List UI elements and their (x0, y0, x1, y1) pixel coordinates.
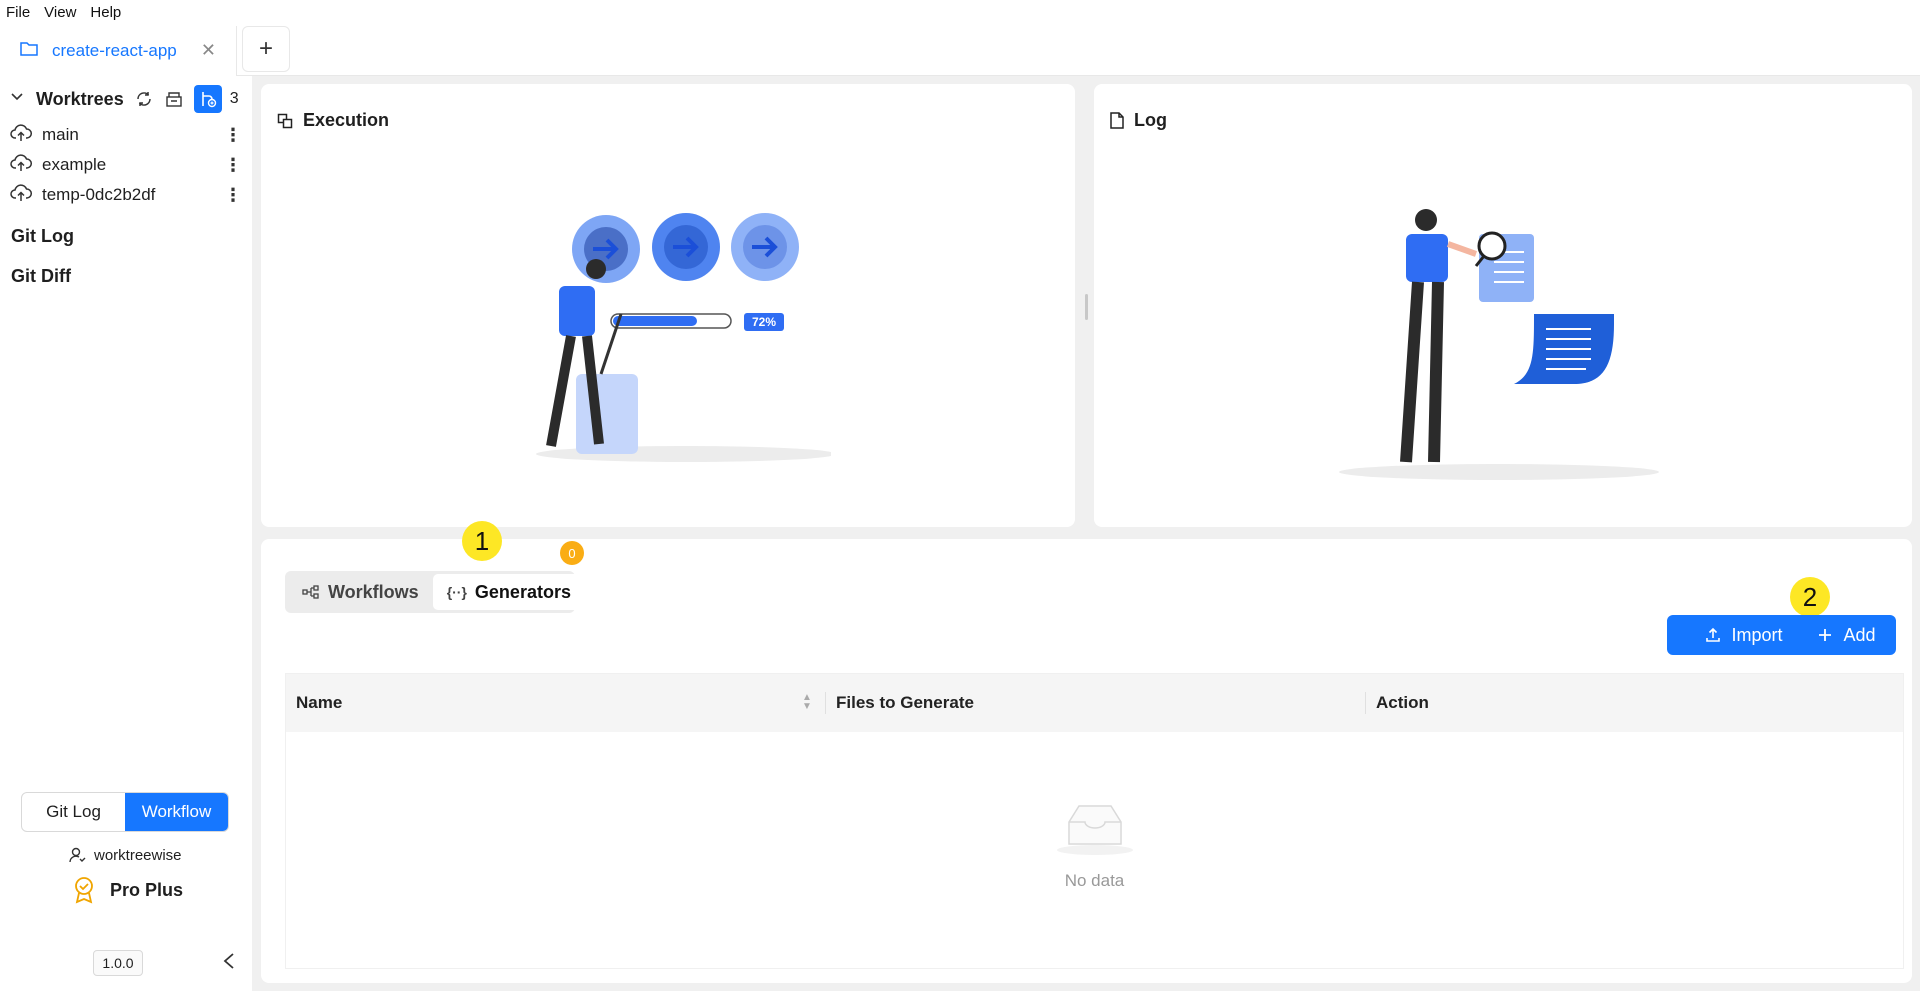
award-icon (72, 876, 96, 904)
new-tab-button[interactable]: + (242, 26, 290, 72)
column-name[interactable]: Name (296, 693, 342, 713)
log-header: Log (1110, 110, 1167, 131)
tab-generators[interactable]: {··} Generators (432, 574, 585, 610)
cloud-upload-icon (10, 183, 32, 208)
execution-title: Execution (303, 110, 390, 130)
folder-icon (20, 41, 38, 62)
username: worktreewise (94, 846, 182, 864)
panel-resize-handle[interactable] (1085, 294, 1088, 320)
cloud-upload-icon (10, 153, 32, 178)
cloud-upload-icon (10, 123, 32, 148)
more-vertical-icon[interactable]: ⋮ (224, 125, 242, 146)
upload-icon (1705, 627, 1721, 643)
gear-icon (652, 213, 720, 281)
user-info: worktreewise (68, 846, 182, 864)
menu-bar: File View Help (0, 0, 1920, 24)
tab-create-react-app[interactable]: create-react-app ✕ (0, 26, 237, 76)
workflow-icon (302, 585, 320, 599)
mode-git-log[interactable]: Git Log (22, 793, 125, 831)
worktree-name: example (42, 155, 107, 174)
collapse-sidebar-icon[interactable] (222, 950, 236, 976)
column-action: Action (1376, 693, 1429, 712)
tab-bar: create-react-app ✕ + (0, 24, 1920, 76)
generators-panel: Workflows {··} Generators 0 1 2 Import A… (261, 521, 1912, 983)
close-icon[interactable]: ✕ (201, 40, 216, 61)
worktree-count: 3 (229, 90, 239, 107)
add-button[interactable]: Add (1797, 615, 1896, 655)
more-vertical-icon[interactable]: ⋮ (224, 155, 242, 176)
more-vertical-icon[interactable]: ⋮ (224, 185, 242, 206)
generators-table: Name ▲ ▼ Files to Generate Action No data (285, 673, 1904, 969)
git-log-section[interactable]: Git Log (11, 226, 74, 247)
refresh-icon[interactable] (134, 89, 154, 109)
column-divider (1365, 692, 1366, 714)
worktree-item-temp[interactable]: temp-0dc2b2df ⋮ (10, 181, 248, 209)
generators-count-badge: 0 (560, 541, 584, 565)
execution-panel: Execution 72% (261, 84, 1075, 527)
column-files-to-generate: Files to Generate (836, 693, 974, 712)
worktree-item-main[interactable]: main ⋮ (10, 121, 248, 149)
inbox-icon (1055, 804, 1135, 861)
workflow-generator-tabs: Workflows {··} Generators (285, 571, 585, 613)
menu-help[interactable]: Help (90, 4, 121, 21)
progress-label: 72% (752, 315, 776, 329)
gear-icon (572, 215, 640, 283)
log-illustration (1339, 209, 1659, 480)
worktrees-title: Worktrees (36, 88, 124, 109)
repository-icon[interactable] (164, 89, 184, 109)
sidebar: Worktrees 3 main ⋮ example ⋮ temp-0dc2b2… (0, 76, 248, 991)
worktrees-header: Worktrees 3 (10, 82, 248, 116)
execution-header: Execution (277, 110, 389, 131)
gear-icon (731, 213, 799, 281)
plus-icon (1817, 627, 1833, 643)
worktree-name: temp-0dc2b2df (42, 185, 156, 204)
file-icon (1110, 112, 1124, 129)
empty-state: No data (286, 804, 1903, 891)
menu-file[interactable]: File (6, 4, 30, 21)
column-divider (825, 692, 826, 714)
plan-name: Pro Plus (110, 879, 184, 900)
sort-icon[interactable]: ▲ ▼ (802, 693, 812, 712)
add-worktree-icon[interactable] (193, 85, 222, 113)
user-icon (68, 846, 86, 864)
code-braces-icon: {··} (446, 584, 467, 600)
mode-workflow[interactable]: Workflow (125, 793, 228, 831)
execution-illustration: 72% (536, 213, 831, 462)
git-diff-section[interactable]: Git Diff (11, 266, 71, 287)
tab-workflows[interactable]: Workflows (288, 574, 433, 610)
main-area: Execution 72% Log Workflows {··} Generat… (252, 76, 1920, 991)
version-tag: 1.0.0 (93, 950, 143, 976)
worktree-name: main (42, 125, 79, 144)
log-title: Log (1134, 110, 1167, 130)
menu-view[interactable]: View (44, 4, 76, 21)
annotation-marker-1: 1 (462, 521, 502, 561)
empty-text: No data (1064, 871, 1125, 890)
tab-label: create-react-app (52, 41, 177, 60)
chevron-down-icon[interactable] (10, 89, 24, 109)
execution-icon (277, 113, 293, 129)
annotation-marker-2: 2 (1790, 577, 1830, 617)
plan-badge: Pro Plus (72, 876, 183, 904)
table-header: Name ▲ ▼ Files to Generate Action (286, 674, 1903, 732)
log-panel: Log (1094, 84, 1912, 527)
worktree-item-example[interactable]: example ⋮ (10, 151, 248, 179)
mode-switch: Git Log Workflow (21, 792, 229, 832)
